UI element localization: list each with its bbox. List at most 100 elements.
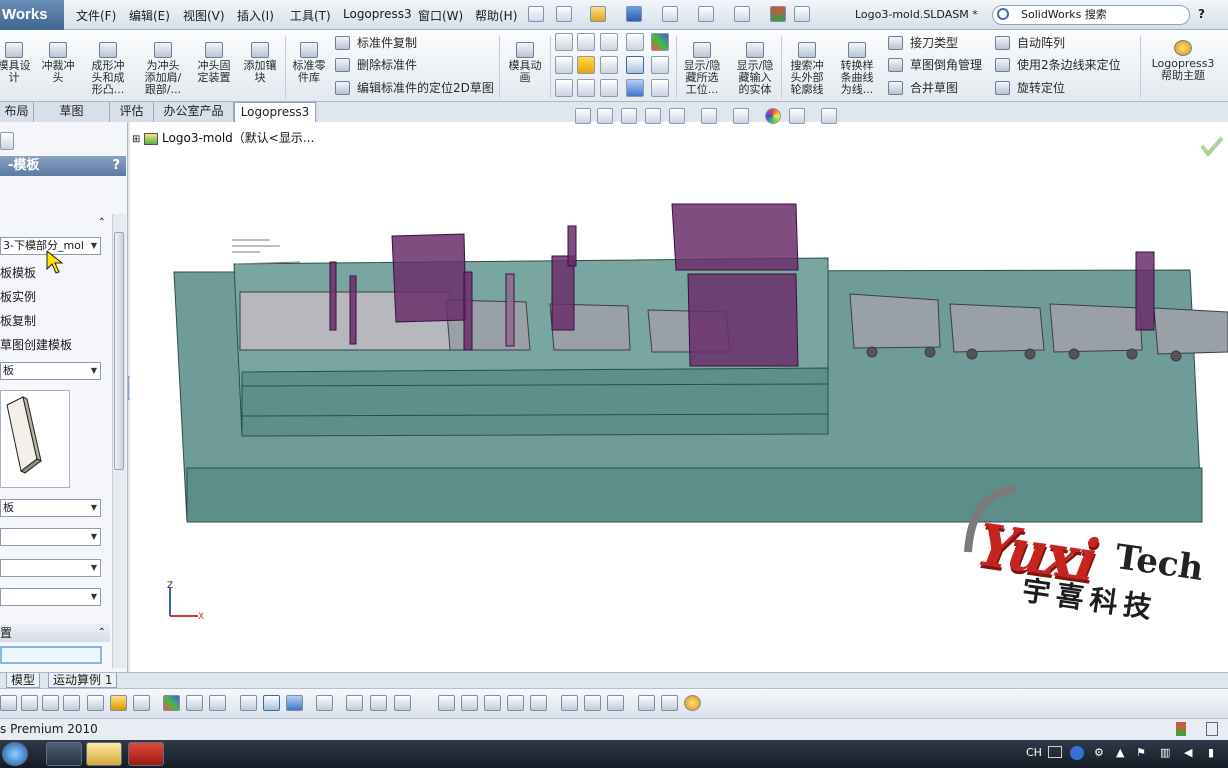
delete-standard-part-button[interactable]: 删除标准件 [335,56,417,74]
convert-spline-icon[interactable] [461,695,478,711]
help-tray-icon[interactable] [1070,746,1084,760]
menu-tools[interactable]: 工具(T) [290,7,331,24]
show-hide-icon[interactable] [346,695,363,711]
settings-input[interactable] [0,646,102,664]
show-hide-stations-button[interactable]: 显示/隐 藏所选 工位... [678,42,726,96]
station-icon[interactable] [555,56,573,74]
chamfer-icon[interactable] [507,695,524,711]
rebuild-icon[interactable] [770,6,786,22]
blanking-punch-button[interactable]: 冲裁冲 头 [38,42,78,84]
dropdown-empty-3[interactable] [0,588,101,606]
station-icon[interactable] [555,79,573,97]
station-icon[interactable] [577,56,595,74]
app-logo[interactable]: Works [0,0,64,30]
network-tray-icon[interactable]: ▥ [1160,746,1170,759]
dropdown-empty-1[interactable] [0,528,101,546]
menu-insert[interactable]: 插入(I) [237,7,274,24]
view-orientation-icon[interactable] [669,108,685,124]
flag-icon[interactable]: ⚑ [1136,746,1146,759]
edge-locate-icon[interactable] [584,695,601,711]
rotate-icon[interactable] [607,695,624,711]
collapse-icon[interactable]: ⌃ [98,214,106,232]
menu-view[interactable]: 视图(V) [183,7,225,24]
tab-sketch[interactable]: 草图 [34,102,110,122]
panel-scrollbar-thumb[interactable] [114,232,124,470]
search-input[interactable]: SolidWorks 搜索 [992,5,1190,25]
die-animation-button[interactable]: 模具动 画 [504,42,546,84]
two-edge-locate-button[interactable]: 使用2条边线来定位 [995,56,1121,74]
panel-help-button[interactable]: ? [112,156,120,176]
tray-expand-icon[interactable]: ▲ [1116,746,1124,759]
cube-icon[interactable] [626,33,644,51]
add-shoulder-button[interactable]: 为冲头 添加肩/ 跟部/... [140,42,186,96]
forming-punch-button[interactable]: 成形冲 头和成 形凸... [86,42,130,96]
expand-icon[interactable]: ⊞ [132,134,140,145]
view-settings-icon[interactable] [821,108,837,124]
funnel-icon[interactable] [651,79,669,97]
keyboard-icon[interactable] [1048,746,1062,758]
funnel-icon[interactable] [186,695,203,711]
punch-retainer-button[interactable]: 冲头固 定装置 [192,42,236,84]
show-hide-icon[interactable] [370,695,387,711]
undo-icon[interactable] [698,6,714,22]
settings-section-header[interactable]: 置 ⌃ [0,624,110,642]
convert-spline-button[interactable]: 转换样 条曲线 为线... [834,42,880,96]
ie-browser-icon[interactable] [2,742,28,766]
open-folder-icon[interactable] [590,6,606,22]
die-animation-icon[interactable] [638,695,655,711]
appearance-icon[interactable] [765,108,781,124]
punch-tool-icon[interactable] [626,56,644,74]
tab-logopress3[interactable]: Logopress3 [234,102,316,122]
tree-root-item[interactable]: Logo3-mold（默认<显示... [162,131,314,145]
die-animation-icon[interactable] [661,695,678,711]
search-punch-icon[interactable] [626,79,644,97]
station-icon[interactable] [555,33,573,51]
station-icon[interactable] [87,695,104,711]
tab-office-products[interactable]: 办公室产品 [154,102,234,122]
zoom-area-icon[interactable] [597,108,613,124]
station-icon[interactable] [577,33,595,51]
option-plate-instance[interactable]: 板实例 [0,288,36,305]
new-document-icon[interactable] [556,6,572,22]
auto-pattern-button[interactable]: 自动阵列 [995,34,1065,52]
folder-icon[interactable] [86,742,122,766]
help-icon[interactable]: ? [1198,7,1205,21]
power-icon[interactable]: ▮ [1208,746,1214,759]
input-language[interactable]: CH [1026,746,1042,759]
rebuild-status-icon[interactable] [1176,722,1186,736]
display-style-icon[interactable] [701,108,717,124]
search-outline-button[interactable]: 搜索冲 头外部 轮廓线 [784,42,830,96]
show-hide-icon[interactable] [394,695,411,711]
section-view-icon[interactable] [645,108,661,124]
station-icon[interactable] [600,33,618,51]
station-icon[interactable] [0,695,17,711]
options-icon[interactable] [794,6,810,22]
color-grid-icon[interactable] [163,695,180,711]
help-bubble-icon[interactable] [684,695,701,711]
confirm-check-icon[interactable] [1200,136,1224,158]
standard-parts-button[interactable]: 标准零 件库 [288,42,330,84]
menu-help[interactable]: 帮助(H) [475,7,517,24]
collapse-icon[interactable]: ⌃ [98,624,106,642]
previous-view-icon[interactable] [621,108,637,124]
dropdown-empty-2[interactable] [0,559,101,577]
station-icon[interactable] [600,56,618,74]
status-help-icon[interactable] [1206,722,1218,736]
station-icon[interactable] [110,695,127,711]
plate-material-dropdown[interactable]: 板 [0,499,101,517]
search-punch-icon[interactable] [286,695,303,711]
arrow-tool-icon[interactable] [133,695,150,711]
merge-sketch-icon[interactable] [530,695,547,711]
zoom-fit-icon[interactable] [575,108,591,124]
option-plate-copy[interactable]: 板复制 [0,312,36,329]
tab-model[interactable]: 模型 [6,673,41,688]
show-hide-icon[interactable] [316,695,333,711]
auto-pattern-icon[interactable] [561,695,578,711]
save-icon[interactable] [626,6,642,22]
station-icon[interactable] [577,79,595,97]
logopress-help-button[interactable]: Logopress3 帮助主题 [1148,40,1218,82]
station-icon[interactable] [21,695,38,711]
add-insert-button[interactable]: 添加镶 块 [238,42,282,84]
tab-motion-study[interactable]: 运动算例 1 [48,673,118,688]
station-icon[interactable] [42,695,59,711]
